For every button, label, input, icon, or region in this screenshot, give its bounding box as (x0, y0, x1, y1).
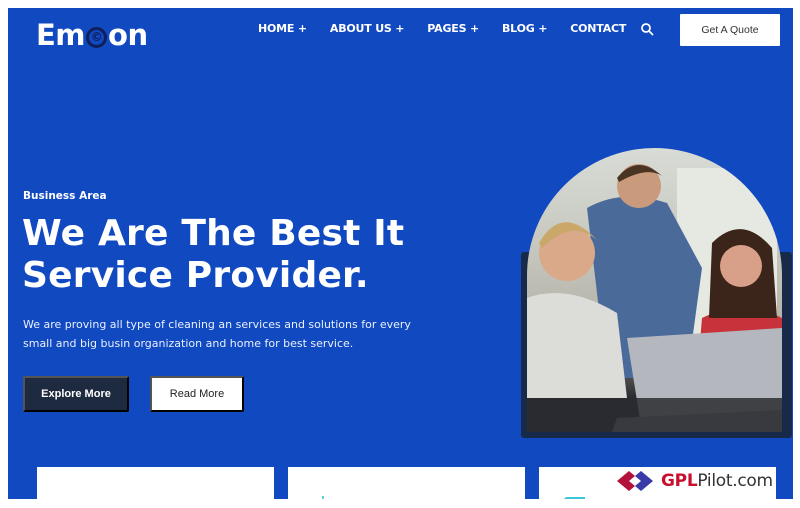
monitor-icon (563, 493, 594, 499)
hero-eyebrow: Business Area (23, 190, 107, 202)
explore-more-button[interactable]: Explore More (23, 376, 129, 412)
nav-item-contact[interactable]: CONTACT (570, 22, 626, 35)
search-icon[interactable] (640, 21, 654, 36)
read-more-button[interactable]: Read More (150, 376, 244, 412)
watermark-rest: Pilot.com (697, 471, 773, 491)
site-logo[interactable]: Em © on (36, 18, 148, 52)
headline-line-1: We Are The Best It (22, 213, 405, 254)
nav-item-blog[interactable]: BLOG + (502, 22, 547, 35)
service-card-2[interactable] (288, 467, 525, 499)
nav-item-home[interactable]: HOME + (258, 22, 307, 35)
globe-icon (312, 493, 334, 499)
service-card-1[interactable] (37, 467, 274, 499)
nav-item-pages[interactable]: PAGES + (427, 22, 479, 35)
watermark-brand: GPL (661, 471, 698, 491)
watermark: GPLPilot.com (615, 470, 773, 492)
nav-item-about-us[interactable]: ABOUT US + (330, 22, 405, 35)
gear-icon (61, 493, 83, 499)
gplpilot-logo-icon (617, 471, 653, 491)
hero-section: Em © on HOME + ABOUT US + PAGES + BLOG +… (8, 8, 793, 499)
logo-prefix: Em (36, 18, 86, 52)
logo-mark: © (86, 26, 108, 48)
get-a-quote-button[interactable]: Get A Quote (680, 14, 780, 46)
hero-image (527, 148, 782, 432)
hero-headline: We Are The Best It Service Provider. (22, 213, 502, 297)
main-nav: HOME + ABOUT US + PAGES + BLOG + CONTACT (258, 22, 649, 35)
headline-line-2: Service Provider. (22, 255, 369, 296)
hero-description: We are proving all type of cleaning an s… (23, 318, 411, 350)
logo-suffix: on (108, 18, 148, 52)
watermark-text: GPLPilot.com (661, 471, 773, 491)
people-laptop-illustration (527, 164, 782, 432)
